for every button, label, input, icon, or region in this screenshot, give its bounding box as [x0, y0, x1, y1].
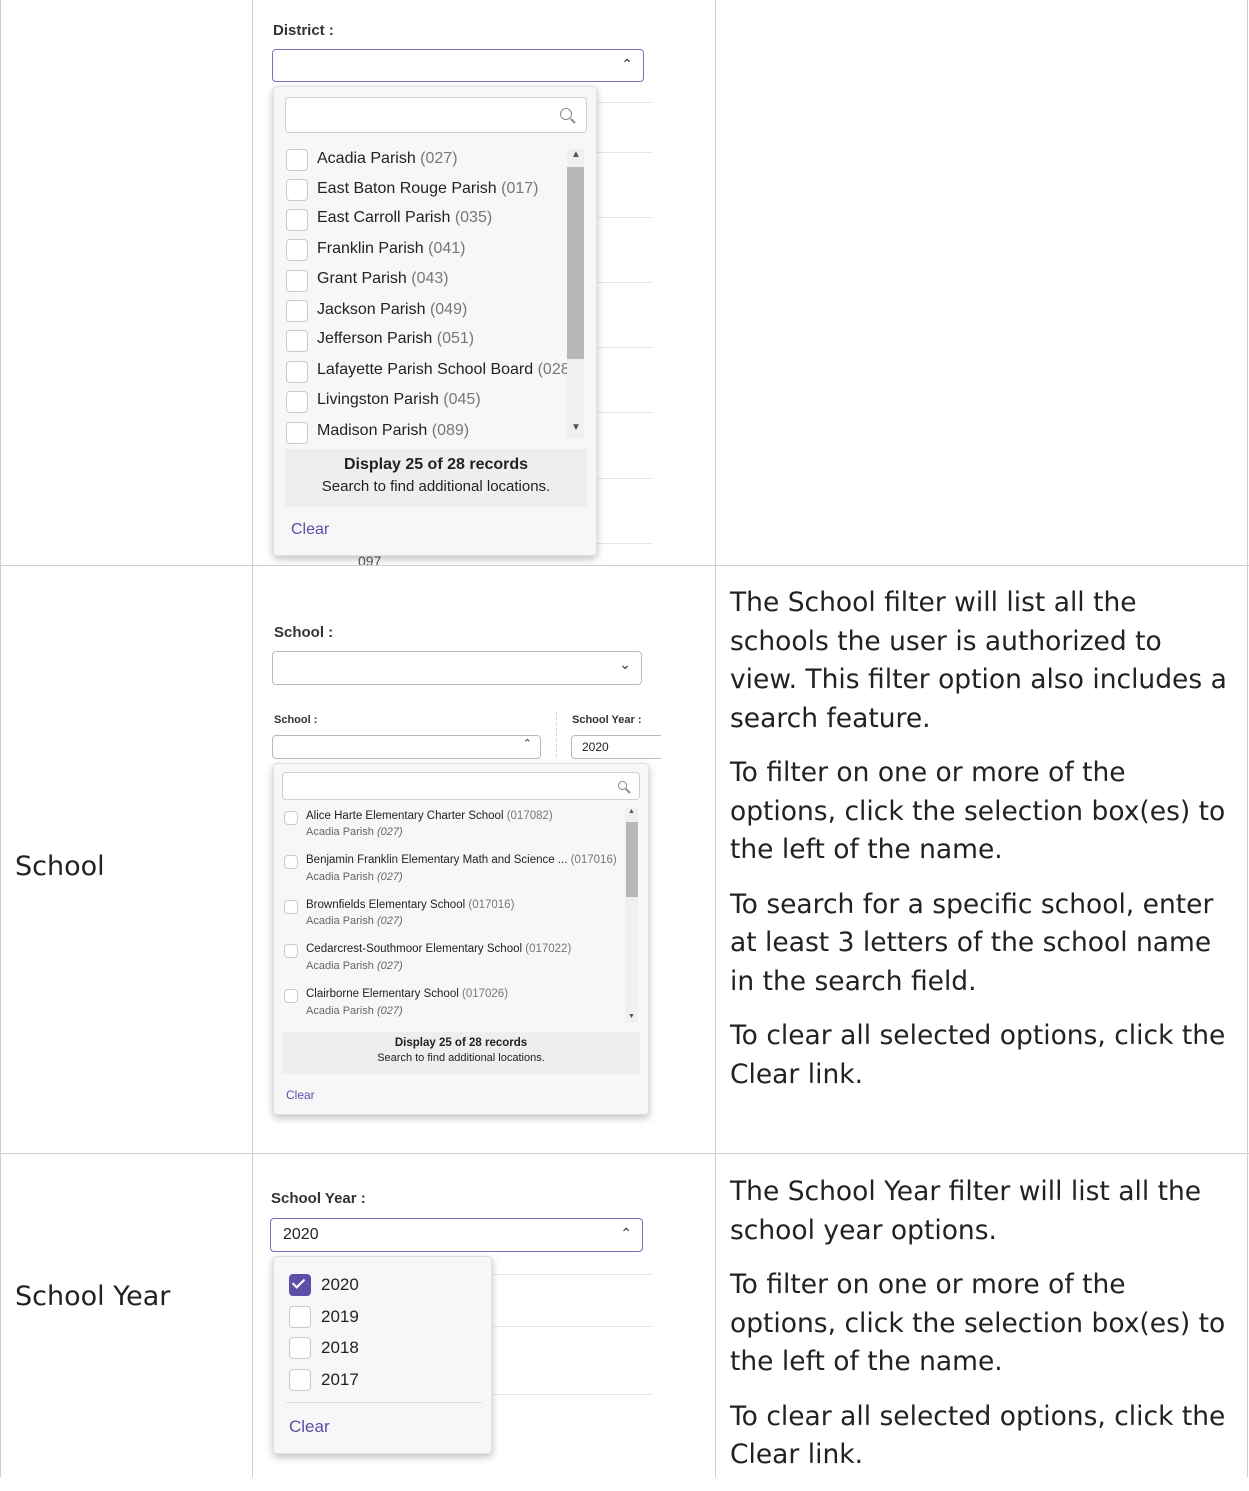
- option-checkbox[interactable]: [289, 1337, 311, 1359]
- scroll-up-arrow-icon[interactable]: ▲: [571, 149, 581, 160]
- district-search-input[interactable]: [285, 97, 587, 133]
- district-dropdown-panel: Acadia Parish (027) East Baton Rouge Par…: [273, 86, 597, 556]
- description-paragraph: The School filter will list all the scho…: [730, 587, 1227, 734]
- option-checkbox[interactable]: [284, 900, 298, 914]
- scrollbar[interactable]: ▲ ▼: [625, 808, 638, 1023]
- district-option[interactable]: Franklin Parish (041): [317, 240, 466, 258]
- option-checkbox[interactable]: [289, 1306, 311, 1328]
- description-paragraph: The School Year filter will list all the…: [730, 1176, 1202, 1246]
- clear-link[interactable]: Clear: [291, 521, 329, 539]
- option-checkbox[interactable]: [286, 270, 308, 292]
- mini-school-year-select[interactable]: 2020: [571, 735, 661, 759]
- scroll-up-arrow-icon[interactable]: ▲: [628, 808, 635, 815]
- chevron-down-icon: ⌄: [619, 656, 631, 672]
- scrollbar-thumb[interactable]: [626, 822, 638, 897]
- district-option[interactable]: Livingston Parish (045): [317, 391, 481, 409]
- district-option[interactable]: Acadia Parish (027): [317, 150, 458, 168]
- scrollbar-thumb[interactable]: [567, 167, 584, 359]
- mini-school-year-label: School Year :: [572, 714, 642, 726]
- option-checkbox[interactable]: [284, 944, 298, 958]
- school-year-value: 2020: [283, 1226, 319, 1243]
- scrollbar[interactable]: ▲ ▼: [567, 149, 584, 439]
- table-border-left: [0, 0, 1, 1477]
- option-checkbox[interactable]: [286, 422, 308, 444]
- option-checkbox[interactable]: [284, 989, 298, 1003]
- district-option[interactable]: East Baton Rouge Parish (017): [317, 180, 538, 198]
- scroll-down-arrow-icon[interactable]: ▼: [571, 422, 581, 433]
- year-option[interactable]: 2018: [321, 1338, 359, 1358]
- school-label: School :: [274, 624, 334, 641]
- option-checkbox[interactable]: [286, 149, 308, 171]
- records-hint: Search to find additional locations.: [321, 478, 551, 495]
- clear-link[interactable]: Clear: [289, 1417, 330, 1437]
- district-option[interactable]: Madison Parish (089): [317, 422, 469, 440]
- school-year-filter-screenshot: School Year : 2020 ⌃ 2020 2019 2018 2017…: [253, 1154, 715, 1477]
- district-option[interactable]: Grant Parish (043): [317, 270, 449, 288]
- mini-school-select[interactable]: ⌃: [272, 735, 541, 759]
- option-checkbox[interactable]: [284, 811, 298, 825]
- mini-school-year-value: 2020: [582, 740, 609, 754]
- school-year-description: The School Year filter will list all the…: [730, 1173, 1235, 1491]
- school-option[interactable]: Brownfields Elementary School (017016): [306, 899, 514, 911]
- school-description: The School filter will list all the scho…: [730, 584, 1235, 1110]
- school-year-dropdown-panel: 2020 2019 2018 2017 Clear: [273, 1256, 492, 1454]
- search-icon: [560, 108, 572, 120]
- chevron-up-icon: ⌃: [621, 56, 633, 72]
- district-option[interactable]: East Carroll Parish (035): [317, 209, 492, 227]
- district-option[interactable]: Jefferson Parish (051): [317, 330, 474, 348]
- description-paragraph: To filter on one or more of the options,…: [730, 757, 1226, 865]
- option-checkbox[interactable]: [286, 239, 308, 261]
- district-option[interactable]: Lafayette Parish School Board (028): [317, 361, 567, 379]
- clear-link[interactable]: Clear: [286, 1088, 315, 1102]
- description-paragraph: To clear all selected options, click the…: [730, 1020, 1226, 1090]
- mini-school-label: School :: [274, 714, 318, 726]
- records-hint: Search to find additional locations.: [377, 1052, 545, 1064]
- school-search-input[interactable]: [282, 772, 640, 800]
- records-count: Display 25 of 28 records: [343, 456, 529, 473]
- option-checkbox[interactable]: [284, 855, 298, 869]
- description-paragraph: To search for a specific school, enter a…: [730, 888, 1214, 997]
- scroll-down-arrow-icon[interactable]: ▼: [628, 1013, 635, 1020]
- row-label-school-year: School Year: [15, 1281, 171, 1312]
- option-checkbox[interactable]: [286, 179, 308, 201]
- records-count: Display 25 of 28 records: [394, 1037, 528, 1049]
- district-option[interactable]: Jackson Parish (049): [317, 301, 467, 319]
- records-footer: Display 25 of 28 records Search to find …: [285, 449, 587, 507]
- option-checkbox[interactable]: [286, 300, 308, 322]
- school-year-select[interactable]: 2020 ⌃: [270, 1218, 643, 1252]
- table-column-divider-2: [715, 0, 716, 1477]
- district-filter-screenshot: 097 District : ⌃ Acadia Parish (027) Eas…: [253, 0, 715, 565]
- table-border-right: [1247, 0, 1248, 1477]
- chevron-up-icon: ⌃: [522, 738, 532, 750]
- chevron-up-icon: ⌃: [620, 1225, 632, 1241]
- option-checkbox[interactable]: [286, 209, 308, 231]
- school-option[interactable]: Cedarcrest-Southmoor Elementary School (…: [306, 943, 571, 955]
- document-table: 097 District : ⌃ Acadia Parish (027) Eas…: [0, 0, 1249, 1477]
- search-icon: [618, 781, 627, 790]
- school-select[interactable]: ⌄: [272, 651, 642, 685]
- option-checkbox[interactable]: [286, 391, 308, 413]
- district-label: District :: [273, 22, 334, 39]
- school-option[interactable]: Benjamin Franklin Elementary Math and Sc…: [306, 854, 624, 866]
- option-checkbox[interactable]: [289, 1369, 311, 1391]
- description-paragraph: To filter on one or more of the options,…: [730, 1269, 1226, 1377]
- records-footer: Display 25 of 28 records Search to find …: [282, 1032, 640, 1074]
- option-checkbox-checked[interactable]: [289, 1274, 311, 1296]
- school-dropdown-panel: Alice Harte Elementary Charter School (0…: [273, 763, 649, 1115]
- year-option[interactable]: 2019: [321, 1307, 359, 1327]
- district-select[interactable]: ⌃: [272, 49, 644, 82]
- school-option[interactable]: Clairborne Elementary School (017026): [306, 988, 508, 1000]
- option-checkbox[interactable]: [286, 330, 308, 352]
- description-paragraph: To clear all selected options, click the…: [730, 1400, 1226, 1471]
- school-option[interactable]: Alice Harte Elementary Charter School (0…: [306, 810, 553, 822]
- year-option[interactable]: 2017: [321, 1370, 359, 1390]
- option-checkbox[interactable]: [286, 361, 308, 383]
- year-option[interactable]: 2020: [321, 1275, 359, 1295]
- row-label-school: School: [15, 851, 105, 882]
- school-year-label: School Year :: [271, 1190, 366, 1207]
- school-filter-screenshot: School : ⌄ School : School Year : ⌃ 2020…: [253, 566, 715, 1152]
